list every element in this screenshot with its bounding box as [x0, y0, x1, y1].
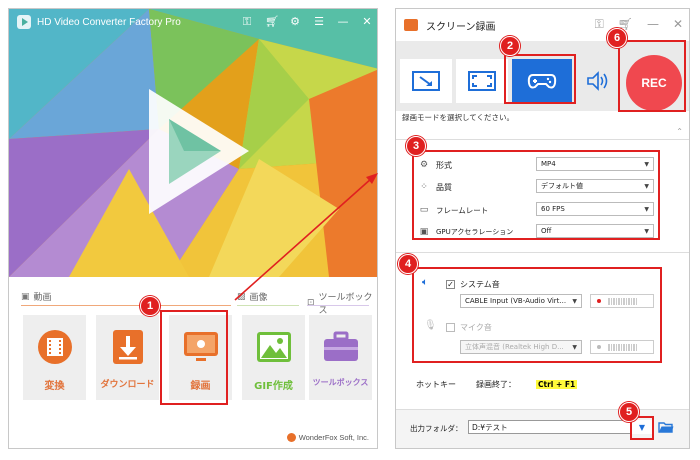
- menu-icon[interactable]: ☰: [313, 15, 325, 29]
- close-icon[interactable]: ✕: [361, 15, 373, 29]
- app-title: HD Video Converter Factory Pro: [37, 16, 181, 28]
- highlight-box-game-mode: [504, 54, 576, 104]
- highlight-box-rec: [618, 40, 686, 112]
- highlight-box-settings: [412, 150, 660, 240]
- converter-titlebar: HD Video Converter Factory Pro ⚿ 🛒︎ ⚙ ☰ …: [9, 9, 377, 35]
- step-badge-6: 6: [607, 28, 627, 48]
- step-badge-4: 4: [398, 254, 418, 274]
- step-badge-2: 2: [500, 36, 520, 56]
- cart-icon[interactable]: 🛒︎: [265, 15, 279, 29]
- step-badge-3: 3: [406, 136, 426, 156]
- highlight-box-audio: [412, 267, 662, 363]
- minimize-icon[interactable]: —: [337, 15, 349, 29]
- step-badge-1: 1: [140, 296, 160, 316]
- highlight-box-record-tool: [160, 310, 228, 405]
- app-logo-icon: [17, 15, 31, 29]
- settings-icon[interactable]: ⚙: [289, 15, 301, 29]
- step-badge-5: 5: [619, 402, 639, 422]
- key-icon[interactable]: ⚿: [241, 15, 253, 29]
